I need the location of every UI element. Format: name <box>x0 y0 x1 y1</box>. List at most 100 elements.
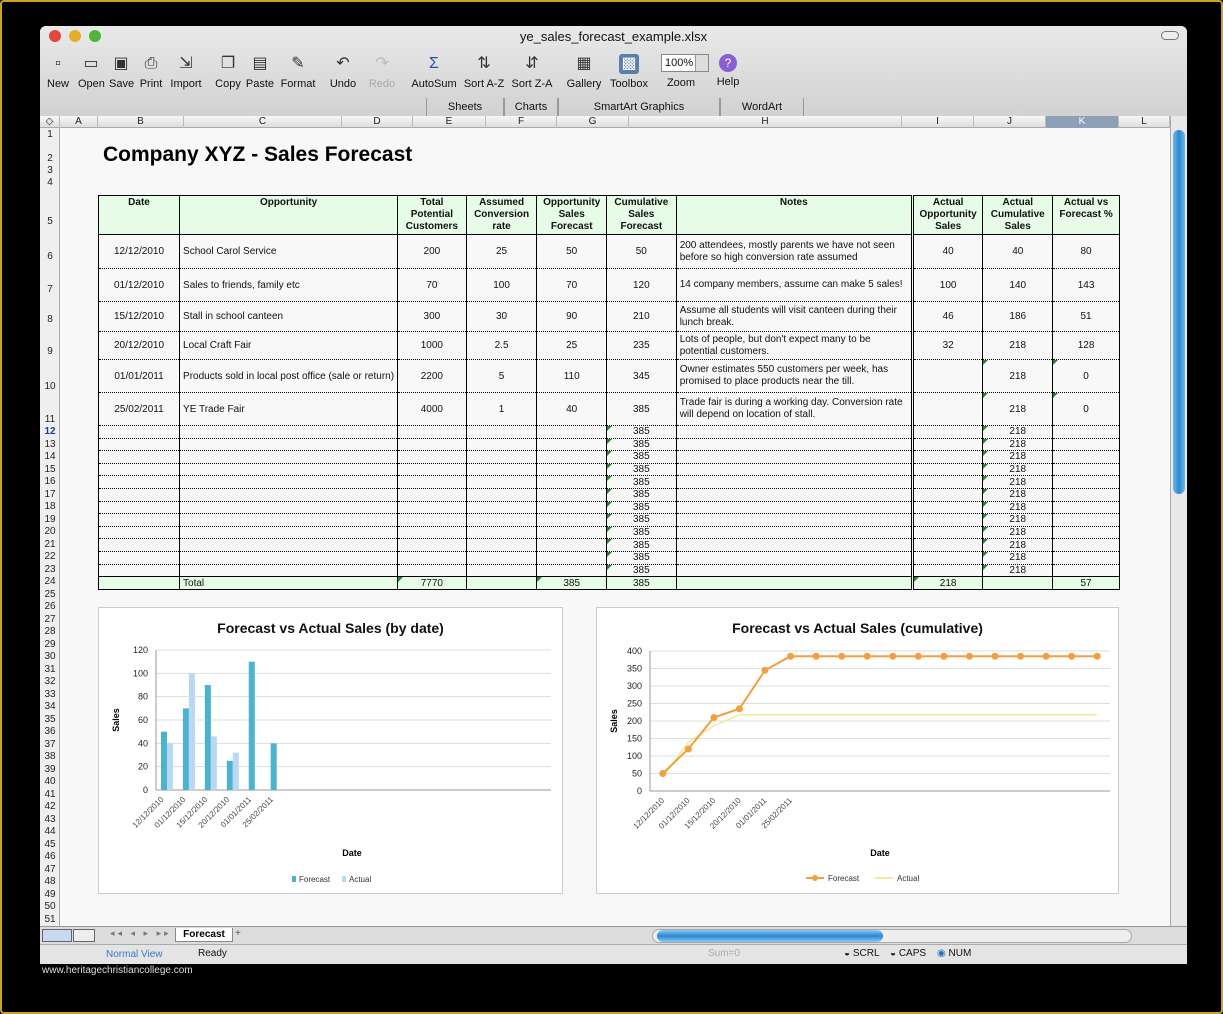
copy-button[interactable]: ❐ Copy <box>214 54 242 90</box>
bar-forecast[interactable] <box>226 760 233 790</box>
table-cell[interactable] <box>397 463 467 477</box>
total-cell[interactable]: 385 <box>605 576 677 591</box>
row-header-17[interactable]: 17 <box>40 489 60 500</box>
table-cell[interactable]: 200 attendees, mostly parents we have no… <box>675 234 913 269</box>
table-cell[interactable] <box>97 538 181 552</box>
table-cell[interactable] <box>397 564 467 578</box>
row-header-45[interactable]: 45 <box>40 839 60 850</box>
row-header-46[interactable]: 46 <box>40 851 60 862</box>
table-cell[interactable] <box>397 538 467 552</box>
row-header-21[interactable]: 21 <box>40 539 60 550</box>
horizontal-scroll-thumb[interactable] <box>657 930 883 942</box>
column-title[interactable]: Total Potential Customers <box>397 195 467 235</box>
row-header-6[interactable]: 6 <box>40 251 60 262</box>
table-cell[interactable]: YE Trade Fair <box>179 392 399 426</box>
bar-forecast[interactable] <box>160 731 167 790</box>
table-cell[interactable] <box>179 501 399 515</box>
table-cell[interactable]: 15/12/2010 <box>97 301 181 332</box>
table-cell[interactable] <box>179 488 399 502</box>
line-actual[interactable] <box>662 713 1098 778</box>
select-all-corner[interactable]: ◇ <box>40 116 60 128</box>
table-cell[interactable] <box>97 438 181 452</box>
table-cell[interactable] <box>910 551 984 565</box>
marker-forecast[interactable] <box>1068 652 1076 660</box>
table-cell[interactable] <box>910 526 984 540</box>
row-header-11[interactable]: 11 <box>40 414 60 425</box>
table-cell[interactable] <box>179 450 399 464</box>
table-cell[interactable] <box>397 425 467 439</box>
row-header-42[interactable]: 42 <box>40 801 60 812</box>
table-cell[interactable] <box>675 551 913 565</box>
column-header-k[interactable]: K <box>1046 116 1119 128</box>
table-cell[interactable] <box>465 450 538 464</box>
table-cell[interactable] <box>536 463 607 477</box>
table-cell[interactable] <box>675 475 913 489</box>
row-header-25[interactable]: 25 <box>40 589 60 600</box>
table-cell[interactable] <box>910 501 984 515</box>
table-cell[interactable]: 2200 <box>397 359 467 393</box>
table-cell[interactable]: 385 <box>605 475 677 489</box>
column-title[interactable]: Date <box>97 195 181 235</box>
bar-forecast[interactable] <box>204 685 211 790</box>
table-cell[interactable]: 218 <box>982 392 1054 426</box>
row-header-1[interactable]: 1 <box>40 129 60 140</box>
marker-forecast[interactable] <box>787 652 795 660</box>
table-cell[interactable]: 5 <box>465 359 538 393</box>
table-cell[interactable]: 218 <box>982 501 1054 515</box>
row-header-23[interactable]: 23 <box>40 564 60 575</box>
table-cell[interactable] <box>1052 501 1120 515</box>
table-cell[interactable] <box>910 392 984 426</box>
table-cell[interactable] <box>675 564 913 578</box>
table-cell[interactable]: 120 <box>605 268 677 302</box>
total-cell[interactable] <box>465 576 538 591</box>
row-header-15[interactable]: 15 <box>40 464 60 475</box>
table-cell[interactable] <box>465 463 538 477</box>
table-cell[interactable] <box>465 501 538 515</box>
bar-forecast[interactable] <box>270 743 277 790</box>
help-button[interactable]: ? Help <box>716 54 740 88</box>
column-header-j[interactable]: J <box>974 116 1046 128</box>
row-header-41[interactable]: 41 <box>40 789 60 800</box>
table-cell[interactable]: 218 <box>982 513 1054 527</box>
table-cell[interactable]: 1000 <box>397 331 467 360</box>
table-cell[interactable]: Sales to friends, family etc <box>179 268 399 302</box>
table-cell[interactable] <box>97 475 181 489</box>
column-title[interactable]: Opportunity Sales Forecast <box>536 195 607 235</box>
vertical-scrollbar[interactable] <box>1170 116 1187 926</box>
table-cell[interactable]: Assume all students will visit canteen d… <box>675 301 913 332</box>
row-header-32[interactable]: 32 <box>40 676 60 687</box>
row-header-48[interactable]: 48 <box>40 876 60 887</box>
table-cell[interactable] <box>97 526 181 540</box>
table-cell[interactable]: 70 <box>536 268 607 302</box>
column-header-i[interactable]: I <box>902 116 974 128</box>
vertical-scroll-thumb[interactable] <box>1173 130 1185 494</box>
table-cell[interactable] <box>536 564 607 578</box>
table-cell[interactable] <box>910 359 984 393</box>
column-header-a[interactable]: A <box>60 116 98 128</box>
table-cell[interactable]: 140 <box>982 268 1054 302</box>
ribbon-tab-sheets[interactable]: Sheets <box>426 98 504 116</box>
table-cell[interactable] <box>179 526 399 540</box>
table-cell[interactable] <box>910 450 984 464</box>
column-title[interactable]: Assumed Conversion rate <box>465 195 538 235</box>
table-cell[interactable]: 0 <box>1052 359 1120 393</box>
page-layout-view-button[interactable] <box>73 929 95 942</box>
table-cell[interactable] <box>1052 438 1120 452</box>
table-cell[interactable] <box>179 551 399 565</box>
table-cell[interactable]: Products sold in local post office (sale… <box>179 359 399 393</box>
row-header-22[interactable]: 22 <box>40 551 60 562</box>
table-cell[interactable] <box>397 526 467 540</box>
table-cell[interactable]: Trade fair is during a working day. Conv… <box>675 392 913 426</box>
table-cell[interactable] <box>910 513 984 527</box>
table-cell[interactable]: Local Craft Fair <box>179 331 399 360</box>
gallery-button[interactable]: ▦ Gallery <box>564 54 604 90</box>
table-cell[interactable]: 1 <box>465 392 538 426</box>
toolbox-button[interactable]: ▩ Toolbox <box>606 54 652 90</box>
row-header-2[interactable]: 2 <box>40 153 60 164</box>
table-cell[interactable]: 385 <box>605 438 677 452</box>
column-header-e[interactable]: E <box>413 116 486 128</box>
row-header-19[interactable]: 19 <box>40 514 60 525</box>
table-cell[interactable] <box>675 538 913 552</box>
table-cell[interactable] <box>536 450 607 464</box>
table-cell[interactable]: 385 <box>605 425 677 439</box>
